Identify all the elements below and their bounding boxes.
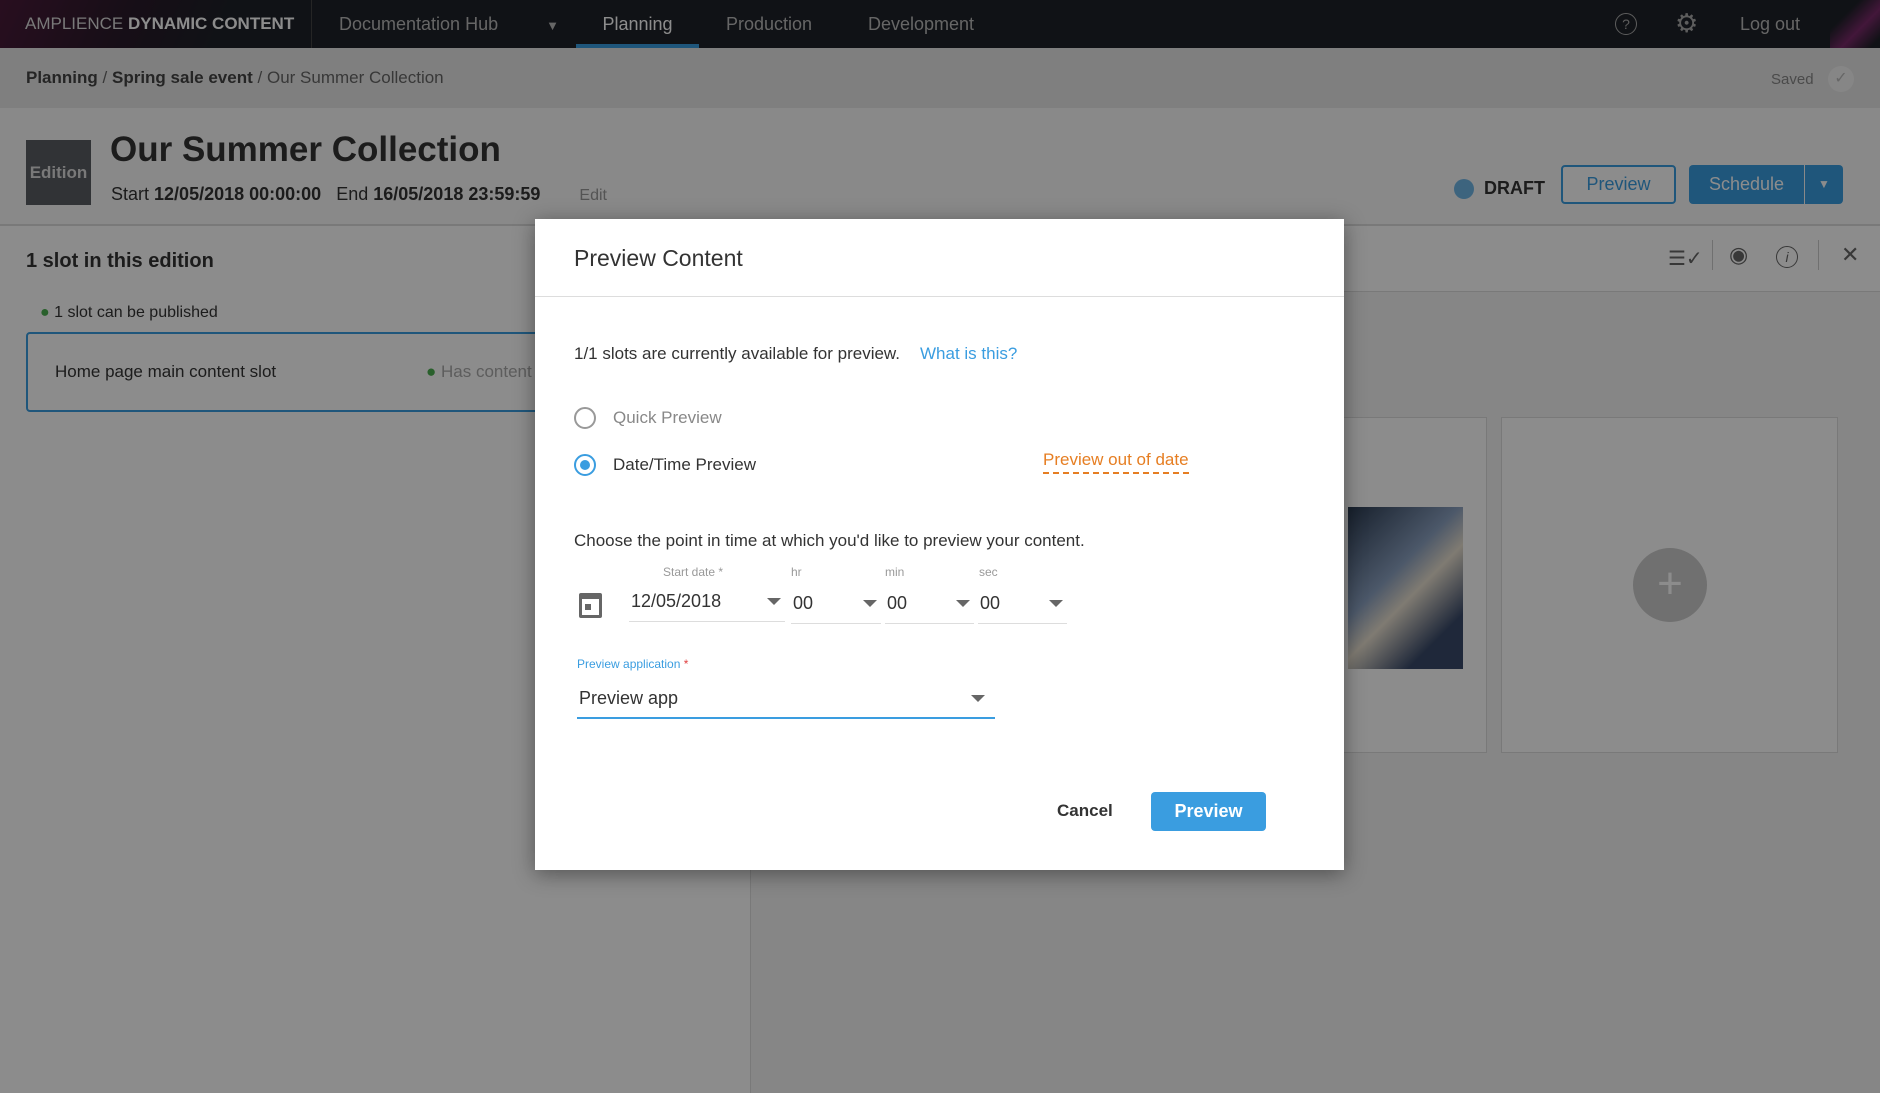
preview-app-select[interactable]: Preview app — [577, 681, 995, 719]
start-date-label: Start date * — [663, 565, 724, 579]
sec-label: sec — [979, 565, 998, 579]
chevron-down-icon — [1049, 600, 1063, 607]
minute-select[interactable]: 00 — [885, 586, 974, 624]
hour-select[interactable]: 00 — [791, 586, 881, 624]
chevron-down-icon — [971, 695, 985, 702]
preview-content-dialog: Preview Content 1/1 slots are currently … — [535, 219, 1344, 870]
dialog-title: Preview Content — [574, 245, 743, 271]
availability-text: 1/1 slots are currently available for pr… — [574, 344, 900, 363]
instruction-text: Choose the point in time at which you'd … — [574, 531, 1085, 550]
preview-out-of-date-warning: Preview out of date — [1043, 450, 1189, 474]
dialog-preview-button[interactable]: Preview — [1151, 792, 1266, 831]
start-date-select[interactable]: 12/05/2018 — [629, 584, 785, 622]
quick-preview-radio[interactable] — [574, 407, 596, 429]
chevron-down-icon — [863, 600, 877, 607]
divider — [535, 296, 1344, 297]
second-select[interactable]: 00 — [978, 586, 1067, 624]
what-is-this-link[interactable]: What is this? — [920, 344, 1017, 364]
chevron-down-icon — [956, 600, 970, 607]
datetime-preview-radio[interactable] — [574, 454, 596, 476]
quick-preview-label[interactable]: Quick Preview — [613, 408, 722, 428]
hr-label: hr — [791, 565, 802, 579]
preview-app-label: Preview application * — [577, 657, 689, 671]
datetime-preview-label[interactable]: Date/Time Preview — [613, 455, 756, 475]
calendar-icon[interactable] — [579, 593, 602, 618]
chevron-down-icon — [767, 598, 781, 605]
cancel-button[interactable]: Cancel — [1057, 801, 1113, 821]
min-label: min — [885, 565, 905, 579]
